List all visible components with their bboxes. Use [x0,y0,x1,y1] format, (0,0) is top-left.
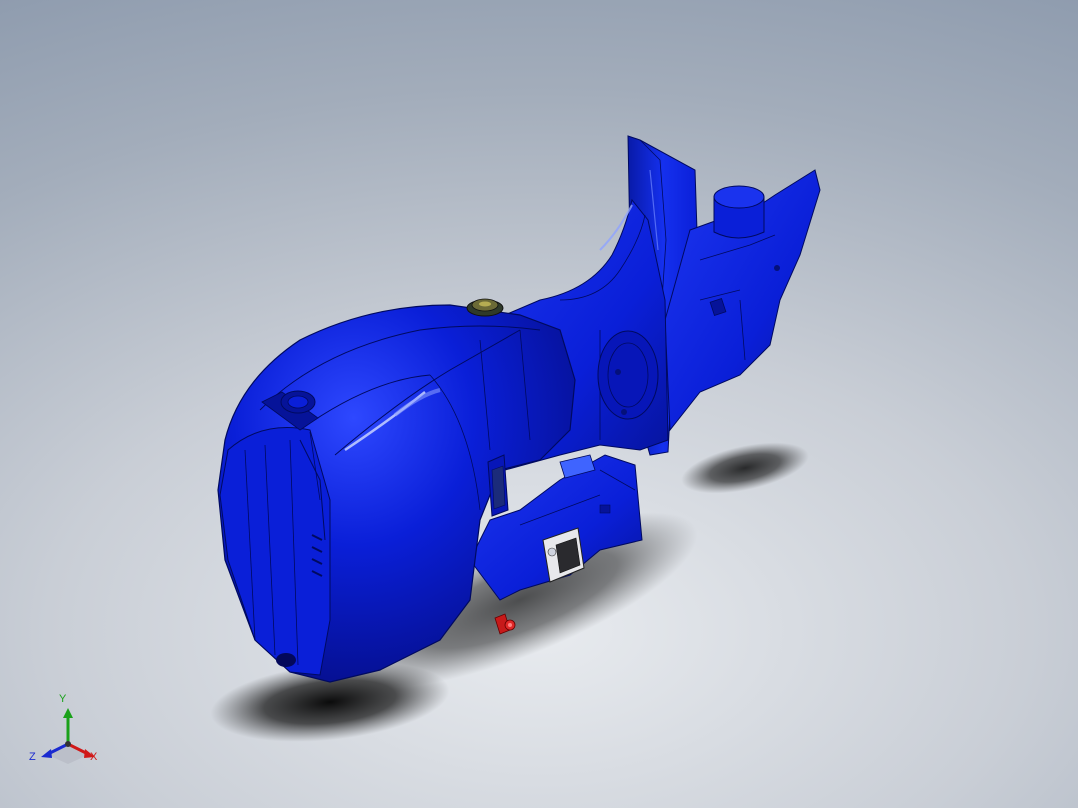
triad-x-label: X [90,751,98,763]
filler-cap [466,298,504,317]
outboard-motor-model[interactable] [0,0,1078,808]
cowl-latch [487,454,509,517]
graphics-viewport[interactable]: Y X Z [0,0,1078,808]
exhaust-cylinder [713,185,765,239]
triad-y-label: Y [59,693,67,705]
triad-z-label: Z [29,751,36,763]
coordinate-triad: Y X Z [28,694,108,770]
